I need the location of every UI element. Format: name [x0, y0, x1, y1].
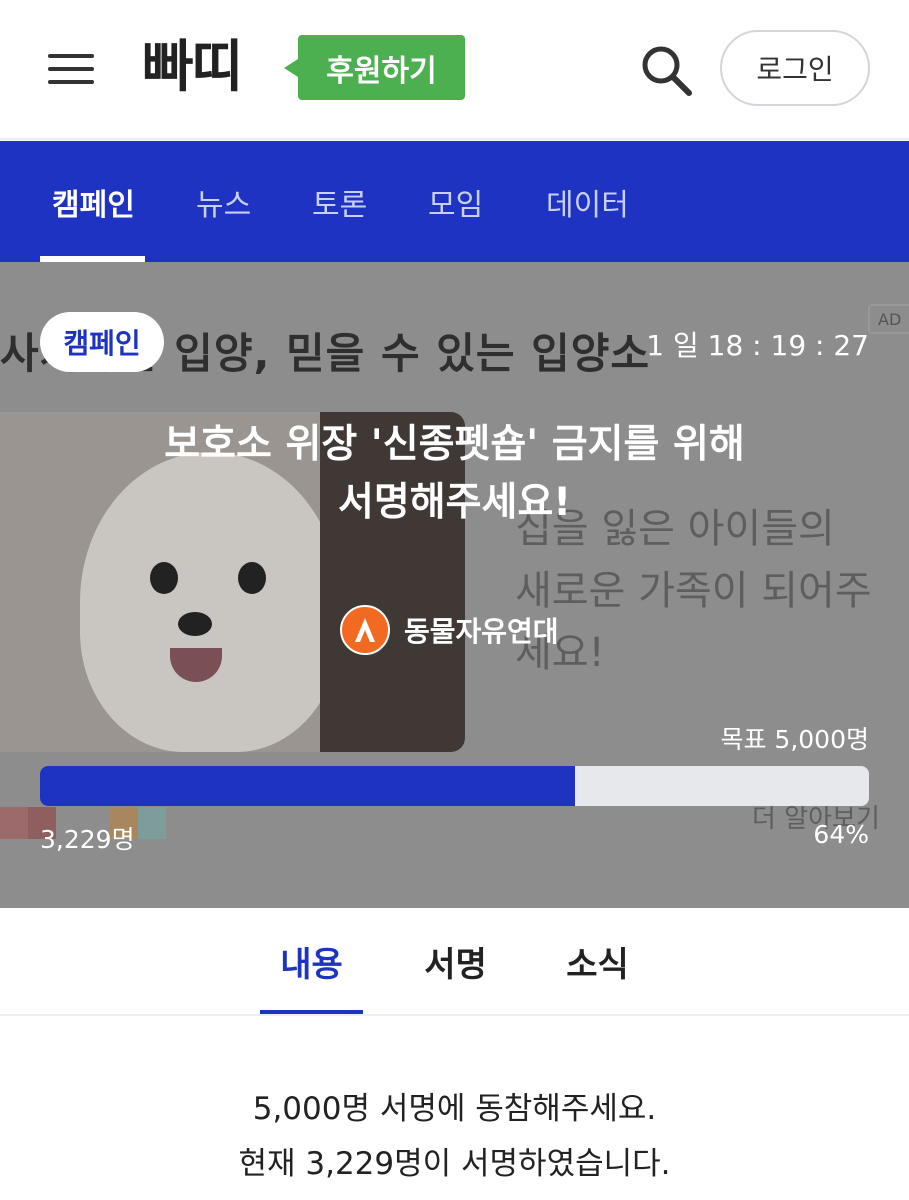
summary-line: 5,000명 서명에 동참해주세요. — [252, 1091, 657, 1127]
organizer-name: 동물자유연대 — [404, 615, 559, 648]
background-ad-text-line: 세요! — [515, 630, 605, 676]
dog-eye — [150, 562, 178, 594]
signature-progress-fill — [40, 766, 576, 806]
tab-active-indicator — [260, 1010, 363, 1014]
background-pixel-block — [138, 807, 166, 839]
tab-signatures[interactable]: 서명 — [404, 908, 507, 1014]
background-ad-text-line: 새로운 가족이 되어주 — [515, 568, 872, 614]
signature-percent: 64% — [813, 820, 869, 849]
campaign-title-line: 보호소 위장 '신종펫숍' 금지를 위해 — [164, 422, 745, 467]
dog-eye — [238, 562, 266, 594]
signature-summary: 5,000명 서명에 동참해주세요. 현재 3,229명이 서명하였습니다. — [0, 1082, 909, 1192]
summary-line: 현재 3,229명이 서명하였습니다. — [238, 1146, 671, 1182]
organizer-logo-icon — [340, 605, 390, 655]
menu-icon-line — [48, 80, 94, 84]
signature-count: 3,229명 — [40, 825, 135, 854]
menu-icon[interactable] — [48, 52, 94, 86]
donate-button[interactable]: 후원하기 — [284, 35, 465, 100]
nav-item-news[interactable]: 뉴스 — [196, 141, 251, 262]
nav-item-discussion[interactable]: 토론 — [312, 141, 367, 262]
tab-content[interactable]: 내용 — [260, 908, 363, 1014]
signature-progress-bar — [40, 766, 869, 806]
campaign-title: 보호소 위장 '신종펫숍' 금지를 위해 서명해주세요! — [0, 416, 909, 532]
background-pixel-block — [0, 807, 28, 839]
organizer[interactable]: 동물자유연대 — [340, 604, 559, 656]
countdown-timer: 1 일 18 : 19 : 27 — [646, 329, 869, 362]
content-tabs: 내용 서명 소식 — [0, 908, 909, 1016]
campaign-badge: 캠페인 — [40, 312, 164, 372]
site-logo[interactable]: 빠띠 — [142, 32, 243, 104]
main-nav: 캠페인 뉴스 토론 모임 데이터 — [0, 141, 909, 262]
signature-goal: 목표 5,000명 — [720, 725, 869, 754]
nav-item-data[interactable]: 데이터 — [546, 141, 629, 262]
nav-item-meetup[interactable]: 모임 — [428, 141, 483, 262]
campaign-title-line: 서명해주세요! — [337, 480, 572, 525]
login-button[interactable]: 로그인 — [720, 30, 870, 106]
background-ad-label: AD — [868, 304, 909, 334]
nav-item-campaign[interactable]: 캠페인 — [52, 141, 135, 262]
dog-nose — [178, 612, 212, 636]
menu-icon-line — [48, 54, 94, 58]
search-icon[interactable] — [636, 40, 696, 100]
top-header: 빠띠 후원하기 로그인 — [0, 0, 909, 140]
campaign-hero[interactable]: 사지않는 입양, 믿을 수 있는 입양소 AD 집을 잃은 아이들의 새로운 가… — [0, 262, 909, 908]
menu-icon-line — [48, 67, 94, 71]
tab-updates[interactable]: 소식 — [546, 908, 649, 1014]
